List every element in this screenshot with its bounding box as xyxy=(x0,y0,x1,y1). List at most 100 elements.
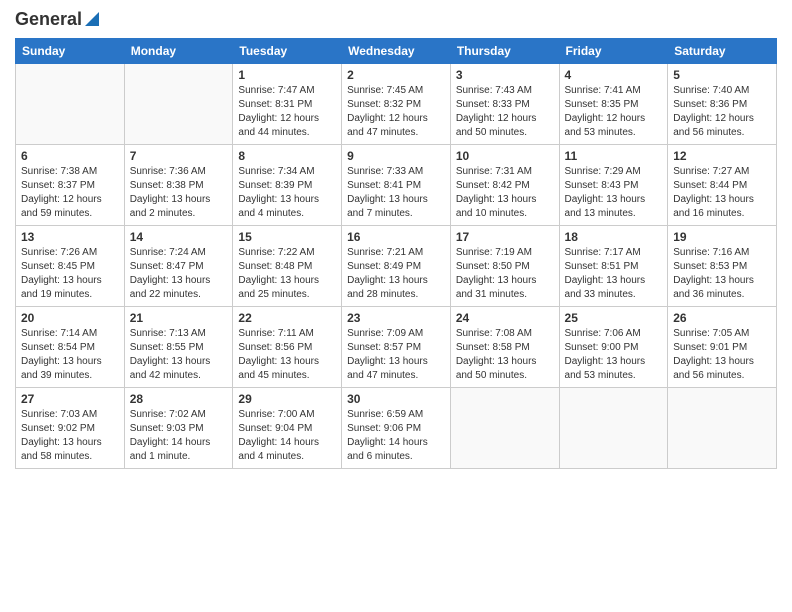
day-detail: Sunrise: 7:29 AM Sunset: 8:43 PM Dayligh… xyxy=(565,165,663,221)
day-detail: Sunrise: 7:05 AM Sunset: 9:01 PM Dayligh… xyxy=(673,327,771,383)
calendar-cell: 21Sunrise: 7:13 AM Sunset: 8:55 PM Dayli… xyxy=(124,306,233,387)
day-detail: Sunrise: 7:16 AM Sunset: 8:53 PM Dayligh… xyxy=(673,246,771,302)
day-number: 9 xyxy=(347,149,445,163)
header: General xyxy=(15,10,777,30)
day-number: 3 xyxy=(456,68,554,82)
day-number: 16 xyxy=(347,230,445,244)
calendar-week-4: 20 Sunrise: 7:14 AM Sunset: 8:54 PM Dayli… xyxy=(16,306,777,387)
calendar-cell: 6Sunrise: 7:38 AM Sunset: 8:37 PM Daylig… xyxy=(16,144,125,225)
day-detail: Sunrise: 7:36 AM Sunset: 8:38 PM Dayligh… xyxy=(130,165,228,221)
day-detail: Sunrise: 7:08 AM Sunset: 8:58 PM Dayligh… xyxy=(456,327,554,383)
day-number: 1 xyxy=(238,68,336,82)
day-detail: Sunrise: 7:14 AM Sunset: 8:54 PM Dayligh… xyxy=(21,327,119,383)
day-detail: Sunrise: 7:17 AM Sunset: 8:51 PM Dayligh… xyxy=(565,246,663,302)
calendar-cell: 16 Sunrise: 7:21 AM Sunset: 8:49 PM Dayli… xyxy=(342,225,451,306)
calendar-cell: 28 Sunrise: 7:02 AM Sunset: 9:03 PM Dayli… xyxy=(124,387,233,468)
day-detail: Sunrise: 7:00 AM Sunset: 9:04 PM Dayligh… xyxy=(238,408,336,464)
calendar-cell: 9 Sunrise: 7:33 AM Sunset: 8:41 PM Daylig… xyxy=(342,144,451,225)
calendar-header: SundayMondayTuesdayWednesdayThursdayFrid… xyxy=(16,38,777,63)
calendar-cell: 24 Sunrise: 7:08 AM Sunset: 8:58 PM Dayli… xyxy=(450,306,559,387)
day-detail: Sunrise: 7:45 AM Sunset: 8:32 PM Dayligh… xyxy=(347,84,445,140)
day-detail: Sunrise: 7:27 AM Sunset: 8:44 PM Dayligh… xyxy=(673,165,771,221)
day-detail: Sunrise: 7:24 AM Sunset: 8:47 PM Dayligh… xyxy=(130,246,228,302)
calendar-cell: 30 Sunrise: 6:59 AM Sunset: 9:06 PM Dayli… xyxy=(342,387,451,468)
day-detail: Sunrise: 7:03 AM Sunset: 9:02 PM Dayligh… xyxy=(21,408,119,464)
day-detail: Sunrise: 7:13 AM Sunset: 8:55 PM Dayligh… xyxy=(130,327,228,383)
day-number: 5 xyxy=(673,68,771,82)
calendar-cell: 17 Sunrise: 7:19 AM Sunset: 8:50 PM Dayli… xyxy=(450,225,559,306)
calendar-cell: 18 Sunrise: 7:17 AM Sunset: 8:51 PM Dayli… xyxy=(559,225,668,306)
calendar-cell: 3 Sunrise: 7:43 AM Sunset: 8:33 PM Daylig… xyxy=(450,63,559,144)
day-number: 17 xyxy=(456,230,554,244)
day-number: 30 xyxy=(347,392,445,406)
day-number: 11 xyxy=(565,149,663,163)
day-detail: Sunrise: 7:21 AM Sunset: 8:49 PM Dayligh… xyxy=(347,246,445,302)
day-detail: Sunrise: 7:33 AM Sunset: 8:41 PM Dayligh… xyxy=(347,165,445,221)
calendar-cell: 19 Sunrise: 7:16 AM Sunset: 8:53 PM Dayli… xyxy=(668,225,777,306)
calendar-body: 1 Sunrise: 7:47 AM Sunset: 8:31 PM Daylig… xyxy=(16,63,777,468)
calendar-cell: 5 Sunrise: 7:40 AM Sunset: 8:36 PM Daylig… xyxy=(668,63,777,144)
day-detail: Sunrise: 7:47 AM Sunset: 8:31 PM Dayligh… xyxy=(238,84,336,140)
day-number: 15 xyxy=(238,230,336,244)
calendar-cell: 12 Sunrise: 7:27 AM Sunset: 8:44 PM Dayli… xyxy=(668,144,777,225)
calendar-cell: 8Sunrise: 7:34 AM Sunset: 8:39 PM Daylig… xyxy=(233,144,342,225)
day-number: 6 xyxy=(21,149,119,163)
weekday-header-monday: Monday xyxy=(124,38,233,63)
calendar-table: SundayMondayTuesdayWednesdayThursdayFrid… xyxy=(15,38,777,469)
day-detail: Sunrise: 7:31 AM Sunset: 8:42 PM Dayligh… xyxy=(456,165,554,221)
day-detail: Sunrise: 7:40 AM Sunset: 8:36 PM Dayligh… xyxy=(673,84,771,140)
day-number: 13 xyxy=(21,230,119,244)
calendar-cell: 2 Sunrise: 7:45 AM Sunset: 8:32 PM Daylig… xyxy=(342,63,451,144)
weekday-header-row: SundayMondayTuesdayWednesdayThursdayFrid… xyxy=(16,38,777,63)
day-number: 20 xyxy=(21,311,119,325)
day-detail: Sunrise: 7:43 AM Sunset: 8:33 PM Dayligh… xyxy=(456,84,554,140)
calendar-cell: 7 Sunrise: 7:36 AM Sunset: 8:38 PM Daylig… xyxy=(124,144,233,225)
day-detail: Sunrise: 6:59 AM Sunset: 9:06 PM Dayligh… xyxy=(347,408,445,464)
day-number: 28 xyxy=(130,392,228,406)
calendar-cell: 13 Sunrise: 7:26 AM Sunset: 8:45 PM Dayli… xyxy=(16,225,125,306)
day-detail: Sunrise: 7:09 AM Sunset: 8:57 PM Dayligh… xyxy=(347,327,445,383)
day-detail: Sunrise: 7:11 AM Sunset: 8:56 PM Dayligh… xyxy=(238,327,336,383)
weekday-header-wednesday: Wednesday xyxy=(342,38,451,63)
calendar-cell: 14 Sunrise: 7:24 AM Sunset: 8:47 PM Dayli… xyxy=(124,225,233,306)
logo-text: General xyxy=(15,10,99,30)
day-detail: Sunrise: 7:19 AM Sunset: 8:50 PM Dayligh… xyxy=(456,246,554,302)
calendar-cell xyxy=(668,387,777,468)
day-detail: Sunrise: 7:02 AM Sunset: 9:03 PM Dayligh… xyxy=(130,408,228,464)
calendar-week-1: 1 Sunrise: 7:47 AM Sunset: 8:31 PM Daylig… xyxy=(16,63,777,144)
day-detail: Sunrise: 7:06 AM Sunset: 9:00 PM Dayligh… xyxy=(565,327,663,383)
calendar-cell: 23 Sunrise: 7:09 AM Sunset: 8:57 PM Dayli… xyxy=(342,306,451,387)
day-number: 10 xyxy=(456,149,554,163)
day-number: 18 xyxy=(565,230,663,244)
day-number: 26 xyxy=(673,311,771,325)
day-number: 22 xyxy=(238,311,336,325)
day-detail: Sunrise: 7:22 AM Sunset: 8:48 PM Dayligh… xyxy=(238,246,336,302)
calendar-cell: 25Sunrise: 7:06 AM Sunset: 9:00 PM Dayli… xyxy=(559,306,668,387)
calendar-week-3: 13 Sunrise: 7:26 AM Sunset: 8:45 PM Dayli… xyxy=(16,225,777,306)
weekday-header-sunday: Sunday xyxy=(16,38,125,63)
day-number: 23 xyxy=(347,311,445,325)
calendar-cell: 15 Sunrise: 7:22 AM Sunset: 8:48 PM Dayli… xyxy=(233,225,342,306)
calendar-cell xyxy=(450,387,559,468)
day-number: 2 xyxy=(347,68,445,82)
day-number: 12 xyxy=(673,149,771,163)
day-number: 7 xyxy=(130,149,228,163)
calendar-cell: 27 Sunrise: 7:03 AM Sunset: 9:02 PM Dayli… xyxy=(16,387,125,468)
calendar-cell: 10 Sunrise: 7:31 AM Sunset: 8:42 PM Dayli… xyxy=(450,144,559,225)
day-number: 27 xyxy=(21,392,119,406)
calendar-cell: 26 Sunrise: 7:05 AM Sunset: 9:01 PM Dayli… xyxy=(668,306,777,387)
day-number: 19 xyxy=(673,230,771,244)
weekday-header-saturday: Saturday xyxy=(668,38,777,63)
day-number: 8 xyxy=(238,149,336,163)
weekday-header-tuesday: Tuesday xyxy=(233,38,342,63)
day-number: 24 xyxy=(456,311,554,325)
day-number: 14 xyxy=(130,230,228,244)
day-number: 29 xyxy=(238,392,336,406)
calendar-cell: 11 Sunrise: 7:29 AM Sunset: 8:43 PM Dayli… xyxy=(559,144,668,225)
page: General SundayMondayTuesdayWednesdayThur… xyxy=(0,0,792,612)
day-detail: Sunrise: 7:26 AM Sunset: 8:45 PM Dayligh… xyxy=(21,246,119,302)
calendar-week-5: 27 Sunrise: 7:03 AM Sunset: 9:02 PM Dayli… xyxy=(16,387,777,468)
calendar-week-2: 6Sunrise: 7:38 AM Sunset: 8:37 PM Daylig… xyxy=(16,144,777,225)
calendar-cell xyxy=(124,63,233,144)
logo-general: General xyxy=(15,10,99,30)
